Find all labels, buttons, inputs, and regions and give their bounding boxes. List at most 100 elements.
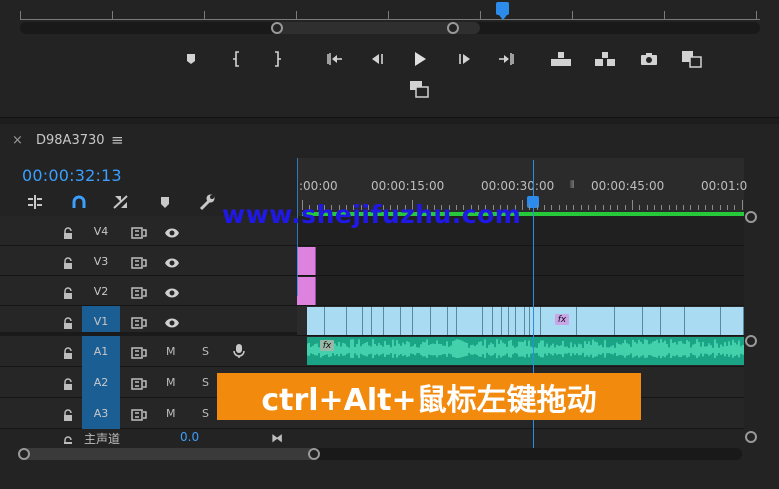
sync-lock-icon[interactable] (131, 406, 147, 425)
track-label[interactable]: A3 (82, 398, 120, 429)
mark-out-icon[interactable] (265, 48, 289, 70)
clip[interactable] (493, 307, 502, 335)
add-marker-icon[interactable] (154, 192, 176, 212)
track-label[interactable]: A2 (82, 367, 120, 398)
clip[interactable] (384, 307, 401, 335)
sync-lock-icon[interactable] (131, 224, 147, 243)
track-label[interactable]: V3 (82, 246, 120, 276)
eye-icon[interactable] (164, 314, 180, 333)
clip[interactable] (363, 307, 372, 335)
audio-clip[interactable] (307, 337, 744, 365)
clip[interactable] (431, 307, 448, 335)
eye-icon[interactable] (164, 254, 180, 273)
master-track[interactable]: 主声道 0.0 ⧓ (0, 432, 297, 444)
timeline-zoom-handle-right[interactable] (308, 448, 320, 460)
monitor-scroll-handle-left[interactable] (271, 22, 283, 34)
track-label[interactable]: A1 (82, 336, 120, 367)
panel-menu-icon[interactable]: ≡ (111, 131, 124, 149)
clip[interactable] (530, 307, 541, 335)
clip[interactable] (721, 307, 744, 335)
monitor-scroll-handle-right[interactable] (447, 22, 459, 34)
track-height-handle-bottom[interactable] (745, 431, 757, 443)
toggle-proxies-icon[interactable] (407, 78, 431, 100)
lock-icon[interactable] (63, 224, 73, 243)
track-lane-v3[interactable] (297, 246, 744, 276)
clip[interactable] (577, 307, 615, 335)
lock-icon[interactable] (63, 375, 73, 394)
lock-icon[interactable] (63, 314, 73, 333)
fx-badge[interactable]: fx (320, 340, 334, 351)
mute-button[interactable]: M (166, 345, 176, 358)
clip[interactable] (372, 307, 384, 335)
clip[interactable] (502, 307, 509, 335)
track-label[interactable]: V4 (82, 216, 120, 246)
solo-button[interactable]: S (202, 407, 209, 420)
extract-icon[interactable] (593, 48, 617, 70)
go-to-out-icon[interactable] (495, 48, 519, 70)
clip[interactable] (297, 277, 316, 305)
solo-button[interactable]: S (202, 376, 209, 389)
clip[interactable] (661, 307, 685, 335)
clip[interactable] (413, 307, 431, 335)
lock-icon[interactable] (63, 433, 73, 444)
sync-lock-icon[interactable] (131, 254, 147, 273)
eye-icon[interactable] (164, 224, 180, 243)
master-volume-value[interactable]: 0.0 (180, 432, 199, 444)
add-marker-icon[interactable] (179, 48, 203, 70)
step-back-icon[interactable] (365, 48, 389, 70)
close-tab-icon[interactable]: × (12, 133, 23, 148)
go-to-end-icon[interactable]: ⧓ (271, 432, 283, 444)
nest-sequence-icon[interactable] (24, 192, 46, 212)
lift-icon[interactable] (549, 48, 573, 70)
playhead-timecode[interactable]: 00:00:32:13 (22, 166, 122, 185)
mute-button[interactable]: M (166, 407, 176, 420)
step-forward-icon[interactable] (453, 48, 477, 70)
solo-button[interactable]: S (202, 345, 209, 358)
mute-button[interactable]: M (166, 376, 176, 389)
clip[interactable] (325, 307, 347, 335)
timeline-scroll-thumb[interactable] (20, 448, 316, 460)
monitor-playhead[interactable] (496, 2, 509, 20)
clip[interactable] (685, 307, 721, 335)
go-to-in-icon[interactable] (322, 48, 346, 70)
track-header-v3[interactable]: V3 (0, 246, 297, 276)
eye-icon[interactable] (164, 284, 180, 303)
play-icon[interactable] (408, 48, 432, 70)
clip[interactable] (297, 247, 316, 275)
snap-magnet-icon[interactable] (68, 192, 90, 212)
track-label[interactable]: V2 (82, 276, 120, 306)
clip[interactable] (448, 307, 457, 335)
sync-lock-icon[interactable] (131, 314, 147, 333)
clip[interactable] (615, 307, 643, 335)
lock-icon[interactable] (63, 284, 73, 303)
mark-in-icon[interactable] (225, 48, 249, 70)
clip[interactable] (457, 307, 483, 335)
clip[interactable] (483, 307, 493, 335)
lock-icon[interactable] (63, 344, 73, 363)
clip[interactable] (401, 307, 413, 335)
clip[interactable] (643, 307, 661, 335)
clip[interactable] (516, 307, 525, 335)
sync-lock-icon[interactable] (131, 375, 147, 394)
timeline-horizontal-scrollbar[interactable] (20, 448, 742, 460)
sequence-name[interactable]: D98A3730 (36, 133, 105, 148)
timeline-zoom-handle-left[interactable] (18, 448, 30, 460)
export-frame-icon[interactable] (637, 48, 661, 70)
clip[interactable] (509, 307, 516, 335)
lock-icon[interactable] (63, 254, 73, 273)
track-lane-v2[interactable] (297, 276, 744, 306)
track-height-handle-mid[interactable] (745, 335, 757, 347)
monitor-zoom-scrollbar[interactable] (20, 22, 760, 34)
comparison-view-icon[interactable] (680, 48, 704, 70)
sync-lock-icon[interactable] (131, 284, 147, 303)
wrench-settings-icon[interactable] (196, 192, 218, 212)
lock-icon[interactable] (63, 406, 73, 425)
track-lane-a1[interactable]: fx (297, 336, 744, 367)
track-header-a1[interactable]: A1 M S (0, 336, 297, 367)
clip[interactable] (347, 307, 363, 335)
track-lane-v1[interactable]: fx (297, 306, 744, 336)
fx-badge[interactable]: fx (555, 314, 569, 325)
linked-selection-icon[interactable] (110, 192, 132, 212)
track-height-handle-top[interactable] (745, 211, 757, 223)
microphone-icon[interactable] (233, 343, 245, 363)
